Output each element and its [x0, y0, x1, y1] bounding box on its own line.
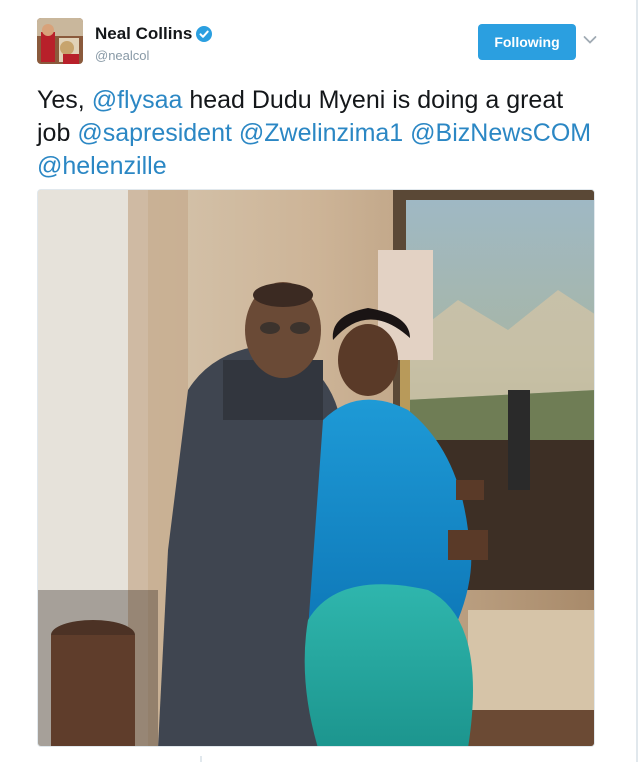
mention-link[interactable]: @sapresident: [77, 119, 232, 147]
author-handle[interactable]: @nealcol: [95, 48, 149, 63]
divider: [200, 756, 202, 762]
mention-link[interactable]: @BizNewsCOM: [410, 119, 591, 147]
mention-link[interactable]: @flysaa: [92, 86, 183, 114]
chevron-down-icon[interactable]: [583, 35, 597, 45]
tweet-text-segment: [232, 119, 239, 147]
tweet-photo[interactable]: [37, 189, 595, 747]
tweet-text-segment: Yes,: [37, 86, 92, 114]
avatar[interactable]: [37, 18, 83, 64]
author-name[interactable]: Neal Collins: [95, 24, 192, 44]
mention-link[interactable]: @Zwelinzima1: [239, 119, 403, 147]
mention-link[interactable]: @helenzille: [37, 152, 167, 180]
verified-badge-icon: [196, 26, 213, 42]
following-button[interactable]: Following: [478, 24, 576, 60]
author-name-row[interactable]: Neal Collins: [95, 24, 213, 44]
tweet-text: Yes, @flysaa head Dudu Myeni is doing a …: [37, 84, 597, 183]
